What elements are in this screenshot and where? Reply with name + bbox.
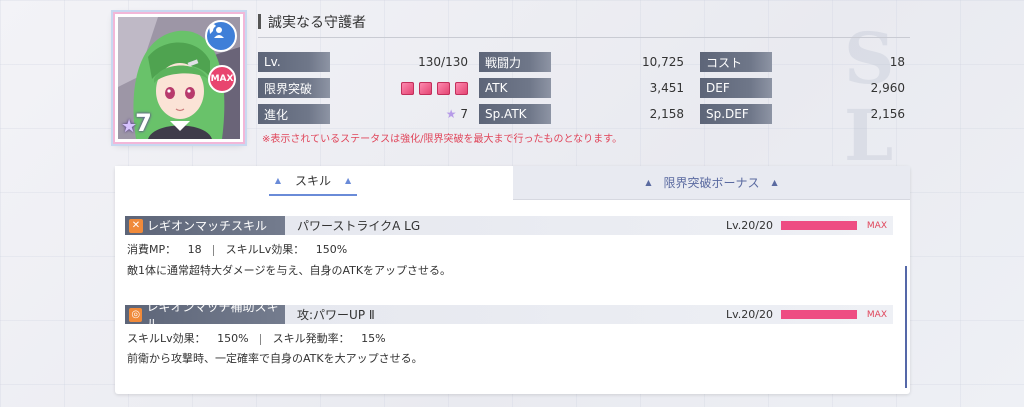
stat-label: Sp.DEF xyxy=(700,104,772,124)
param-label: スキル発動率： xyxy=(272,332,350,345)
skill-level: Lv.20/20 xyxy=(726,308,773,321)
stat-atk: ATK 3,451 xyxy=(479,78,684,98)
support-skill-icon: ◎ xyxy=(129,307,143,322)
param-value: 150% xyxy=(315,243,348,256)
character-portrait[interactable]: MAX ★ 7 xyxy=(115,14,243,142)
divider xyxy=(260,333,262,345)
limit-break-gems xyxy=(401,81,468,95)
stat-limit-break: 限界突破 xyxy=(258,78,468,98)
stat-sp-atk: Sp.ATK 2,158 xyxy=(479,104,684,124)
skill-type: レギオンマッチスキル xyxy=(147,219,268,233)
param-value: 150% xyxy=(217,332,249,345)
tab-arrow-icon: ▲ xyxy=(274,176,281,185)
skill-type: レギオンマッチ補助スキル xyxy=(146,299,279,331)
crossed-swords-icon: ✕ xyxy=(129,218,143,233)
skill-params: スキルLv効果： 150% スキル発動率： 15% xyxy=(127,330,386,346)
stat-value: 3,451 xyxy=(649,81,684,95)
tab-skill[interactable]: ▲ スキル ▲ xyxy=(115,166,511,200)
stat-value: 2,156 xyxy=(870,107,905,121)
skill-level-gauge-fill xyxy=(781,221,857,230)
tab-arrow-icon: ▲ xyxy=(645,178,652,187)
stat-value: 2,960 xyxy=(870,81,905,95)
stat-level: Lv. 130/130 xyxy=(258,52,468,72)
skill-level-gauge xyxy=(781,221,857,230)
limit-break-gem-icon xyxy=(437,81,450,95)
stat-cost: コスト 18 xyxy=(700,52,905,72)
status-note: ※表示されているステータスは強化/限界突破を最大まで行ったものとなります。 xyxy=(262,134,623,145)
skill-level-gauge-fill xyxy=(781,310,857,319)
rank-badge: ★ 7 xyxy=(121,109,152,137)
skill-level: Lv.20/20 xyxy=(726,219,773,232)
param-label: スキルLv効果： xyxy=(225,243,305,256)
character-title: 誠実なる守護者 xyxy=(268,15,366,31)
divider xyxy=(213,244,215,256)
stat-label: 進化 xyxy=(258,104,330,124)
stat-label: 限界突破 xyxy=(258,78,330,98)
skill-name: 攻:パワーUP Ⅱ xyxy=(297,308,375,322)
skill-name: パワーストライクA LG xyxy=(297,219,421,233)
skill-params: 消費MP： 18 スキルLv効果： 150% xyxy=(127,241,347,257)
rank-value: 7 xyxy=(135,109,152,137)
skill-max-label: MAX xyxy=(866,220,887,231)
tab-arrow-icon: ▲ xyxy=(771,178,778,187)
stat-label: Sp.ATK xyxy=(479,104,551,124)
stat-label: DEF xyxy=(700,78,772,98)
skill-header: ✕ レギオンマッチスキル パワーストライクA LG Lv.20/20 MAX xyxy=(125,216,893,235)
skill-description: 前衛から攻撃時、一定確率で自身のATKを大アップさせる。 xyxy=(127,352,423,365)
skill-level-gauge xyxy=(781,310,857,319)
stat-label: 戦闘力 xyxy=(479,52,551,72)
param-label: 消費MP： xyxy=(127,243,177,256)
stat-value: 130/130 xyxy=(418,55,468,69)
stat-combat-power: 戦闘力 10,725 xyxy=(479,52,684,72)
tab-label: 限界突破ボーナス xyxy=(663,176,760,190)
tab-label: スキル xyxy=(294,174,331,188)
max-badge: MAX xyxy=(208,65,236,93)
stat-value: 18 xyxy=(889,55,905,69)
skill-header: ◎ レギオンマッチ補助スキル 攻:パワーUP Ⅱ Lv.20/20 MAX xyxy=(125,300,893,331)
param-value: 18 xyxy=(187,243,202,256)
stat-value: 7 xyxy=(460,107,468,121)
skill-panel: ▲ スキル ▲ ▲ 限界突破ボーナス ▲ ✕ レギオンマッチスキル パワーストラ… xyxy=(115,166,910,394)
evolution-star-icon: ★ xyxy=(445,107,457,121)
stat-label: ATK xyxy=(479,78,551,98)
limit-break-gem-icon xyxy=(455,81,468,95)
skill-description: 敵1体に通常超特大ダメージを与え、自身のATKをアップさせる。 xyxy=(127,264,452,277)
stat-value: 10,725 xyxy=(642,55,684,69)
tab-limit-bonus[interactable]: ▲ 限界突破ボーナス ▲ xyxy=(513,166,910,200)
stat-sp-def: Sp.DEF 2,156 xyxy=(700,104,905,124)
skill-max-label: MAX xyxy=(866,309,887,320)
stat-label: コスト xyxy=(700,52,772,72)
stat-value: 2,158 xyxy=(649,107,684,121)
param-label: スキルLv効果： xyxy=(127,332,206,345)
limit-break-gem-icon xyxy=(419,81,432,95)
panel-scrollbar[interactable] xyxy=(905,266,907,388)
attribute-icon xyxy=(205,20,237,52)
stat-evolution: 進化 ★ 7 xyxy=(258,104,468,124)
character-title-bar: 誠実なる守護者 xyxy=(258,10,910,38)
tab-arrow-icon: ▲ xyxy=(345,176,352,185)
stat-def: DEF 2,960 xyxy=(700,78,905,98)
limit-break-gem-icon xyxy=(401,81,414,95)
stat-label: Lv. xyxy=(258,52,330,72)
param-value: 15% xyxy=(361,332,386,345)
